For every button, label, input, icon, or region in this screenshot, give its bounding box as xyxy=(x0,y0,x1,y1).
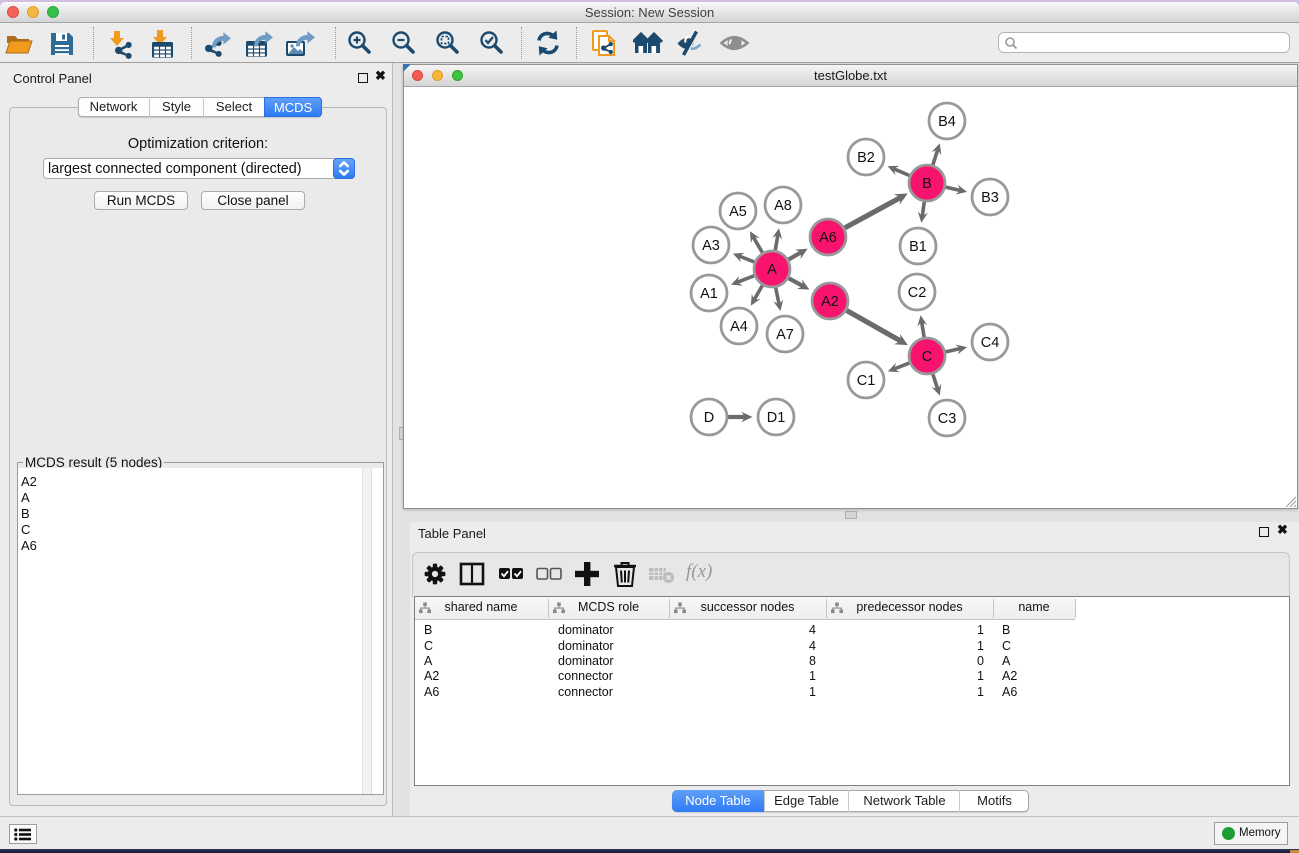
svg-text:B: B xyxy=(922,176,932,192)
svg-text:B1: B1 xyxy=(909,239,927,255)
svg-text:B3: B3 xyxy=(981,190,999,206)
svg-text:A5: A5 xyxy=(729,204,747,220)
svg-text:C3: C3 xyxy=(938,411,957,427)
svg-text:A4: A4 xyxy=(730,319,748,335)
svg-text:A8: A8 xyxy=(774,198,792,214)
svg-text:C4: C4 xyxy=(981,335,1000,351)
svg-text:B4: B4 xyxy=(938,114,956,130)
svg-text:A2: A2 xyxy=(821,294,839,310)
svg-text:A1: A1 xyxy=(700,286,718,302)
svg-text:C2: C2 xyxy=(908,285,927,301)
svg-text:D: D xyxy=(704,410,714,426)
svg-text:A: A xyxy=(767,262,777,278)
svg-text:B2: B2 xyxy=(857,150,875,166)
svg-text:C1: C1 xyxy=(857,373,876,389)
svg-text:A3: A3 xyxy=(702,238,720,254)
svg-text:A6: A6 xyxy=(819,230,837,246)
svg-text:C: C xyxy=(922,349,932,365)
svg-text:A7: A7 xyxy=(776,327,794,343)
svg-text:D1: D1 xyxy=(767,410,786,426)
